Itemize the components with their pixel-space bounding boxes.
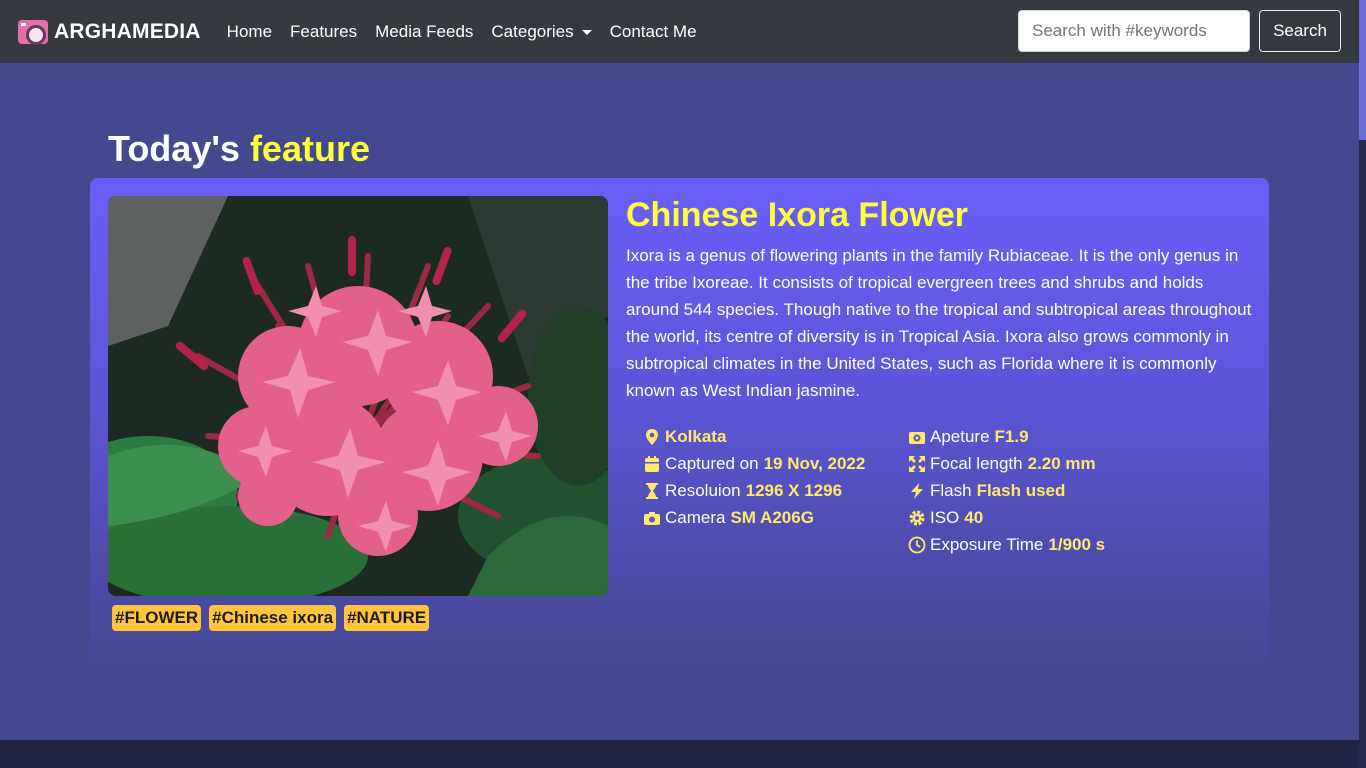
ixora-flower-image xyxy=(108,196,608,596)
meta-iso-label: ISO xyxy=(930,507,960,527)
calendar-icon xyxy=(645,455,659,472)
meta-camera-label: Camera xyxy=(665,507,726,527)
aperture-camera-icon xyxy=(909,431,925,444)
meta-exposure-label: Exposure Time xyxy=(930,534,1044,554)
photo-meta-left: Kolkata Captured on 19 Nov, 2022 Resolui… xyxy=(643,423,865,531)
meta-captured-value: 19 Nov, 2022 xyxy=(763,453,866,473)
tag-list: #FLOWER #Chinese ixora #NATURE xyxy=(112,605,430,631)
nav-contact-me[interactable]: Contact Me xyxy=(610,22,697,42)
meta-iso: ISO 40 xyxy=(908,504,1105,531)
heading-accent: feature xyxy=(249,128,370,169)
meta-aperture: Apeture F1.9 xyxy=(908,423,1105,450)
caret-down-icon xyxy=(581,29,592,35)
meta-resolution-value: 1296 X 1296 xyxy=(745,480,843,500)
nav-categories-dropdown[interactable]: Categories xyxy=(491,21,592,42)
nav-links: Home Features Media Feeds Categories Con… xyxy=(227,22,715,42)
meta-camera: Camera SM A206G xyxy=(643,504,865,531)
heading-prefix: Today's xyxy=(108,128,250,169)
location-pin-icon xyxy=(646,428,658,445)
brand[interactable]: ARGHAMEDIA xyxy=(18,19,201,45)
photo-meta-right: Apeture F1.9 Focal length 2.20 mm Flash … xyxy=(908,423,1105,558)
brand-name: ARGHAMEDIA xyxy=(54,19,201,43)
tag-chinese-ixora[interactable]: #Chinese ixora xyxy=(209,605,337,631)
meta-focal-label: Focal length xyxy=(930,453,1023,473)
meta-flash-label: Flash xyxy=(930,480,972,500)
nav-media-feeds[interactable]: Media Feeds xyxy=(375,22,473,42)
meta-flash-value: Flash used xyxy=(976,480,1066,500)
meta-focal: Focal length 2.20 mm xyxy=(908,450,1105,477)
footer-band xyxy=(0,740,1359,768)
meta-exposure: Exposure Time 1/900 s xyxy=(908,531,1105,558)
bolt-icon xyxy=(911,482,923,499)
feature-description: Ixora is a genus of flowering plants in … xyxy=(626,246,1252,400)
scrollbar-thumb[interactable] xyxy=(1359,0,1366,140)
feature-title: Chinese Ixora Flower xyxy=(626,196,968,234)
camera-icon xyxy=(644,511,660,525)
focal-arrows-icon xyxy=(909,455,925,472)
gear-icon xyxy=(909,510,925,525)
nav-home[interactable]: Home xyxy=(227,22,272,42)
hourglass-icon xyxy=(646,482,658,499)
search-button[interactable]: Search xyxy=(1259,10,1341,52)
search-input[interactable] xyxy=(1018,10,1250,52)
meta-captured: Captured on 19 Nov, 2022 xyxy=(643,450,865,477)
meta-iso-value: 40 xyxy=(964,507,984,527)
clock-icon xyxy=(908,536,926,553)
top-navbar: ARGHAMEDIA Home Features Media Feeds Cat… xyxy=(0,0,1359,63)
camera-logo-icon xyxy=(18,19,48,45)
page-heading: Today's feature xyxy=(108,128,370,170)
meta-captured-label: Captured on xyxy=(665,453,759,473)
meta-camera-value: SM A206G xyxy=(730,507,814,527)
tag-nature[interactable]: #NATURE xyxy=(344,605,430,631)
meta-aperture-value: F1.9 xyxy=(994,426,1029,446)
feature-photo[interactable] xyxy=(108,196,608,596)
meta-resolution: Resoluion 1296 X 1296 xyxy=(643,477,865,504)
nav-features[interactable]: Features xyxy=(290,22,357,42)
meta-aperture-label: Apeture xyxy=(930,426,990,446)
meta-location: Kolkata xyxy=(643,423,865,450)
meta-focal-value: 2.20 mm xyxy=(1027,453,1096,473)
meta-exposure-value: 1/900 s xyxy=(1048,534,1106,554)
meta-location-value: Kolkata xyxy=(665,426,727,446)
meta-flash: Flash Flash used xyxy=(908,477,1105,504)
nav-categories-label: Categories xyxy=(491,21,574,41)
meta-resolution-label: Resoluion xyxy=(665,480,741,500)
tag-flower[interactable]: #FLOWER xyxy=(112,605,202,631)
